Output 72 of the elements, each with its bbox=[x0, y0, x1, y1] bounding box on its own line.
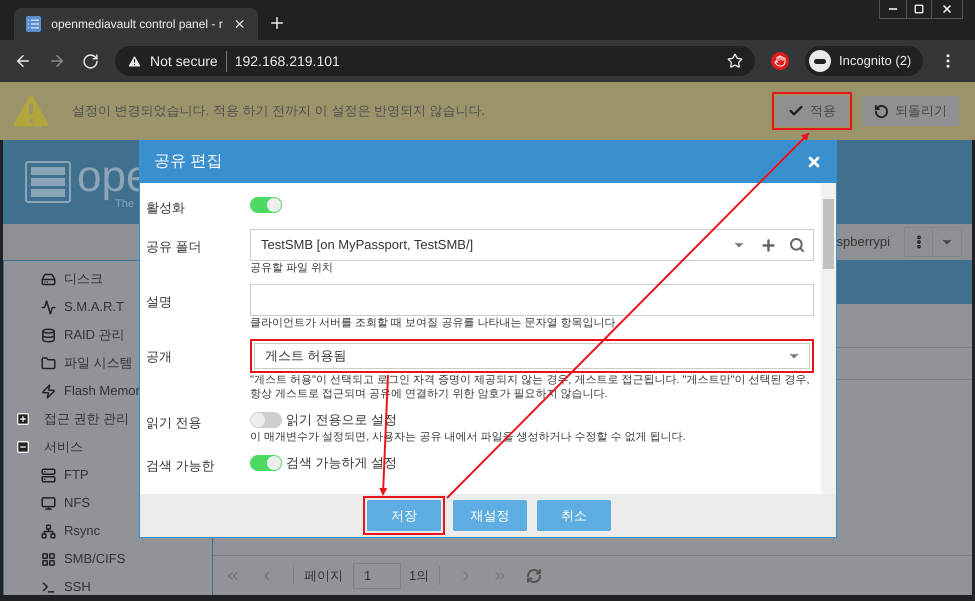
page-input[interactable]: 1 bbox=[353, 562, 401, 588]
text-field[interactable] bbox=[250, 284, 814, 316]
field-label: 읽기 전용 bbox=[146, 415, 202, 430]
terminal-icon bbox=[41, 580, 56, 594]
field-label: 활성화 bbox=[146, 200, 185, 215]
user-menu-button[interactable] bbox=[904, 227, 962, 257]
network-icon bbox=[41, 524, 56, 538]
sidebar-item[interactable]: 파일 시스템 bbox=[64, 353, 133, 373]
folder-icon bbox=[41, 356, 56, 370]
close-icon[interactable] bbox=[806, 154, 822, 170]
undo-icon bbox=[874, 104, 889, 118]
close-window-icon[interactable] bbox=[941, 3, 953, 15]
notice-button[interactable]: 적용 bbox=[776, 96, 848, 126]
new-tab-icon[interactable] bbox=[268, 14, 286, 32]
security-label[interactable]: Not secure bbox=[150, 50, 227, 72]
sidebar-item[interactable]: RAID 관리 bbox=[64, 325, 125, 345]
toggle-switch[interactable] bbox=[250, 455, 282, 471]
sidebar-item[interactable]: SMB/CIFS bbox=[64, 549, 126, 569]
pager-label: 페이지 bbox=[293, 566, 343, 586]
host-name: spberrypi bbox=[836, 233, 890, 252]
notice-message: 설정이 변경되었습니다. 적용 하기 전까지 이 설정은 반영되지 않습니다. bbox=[72, 102, 486, 120]
sidebar-item[interactable]: S.M.A.R.T bbox=[64, 297, 124, 317]
dialog-button[interactable]: 취소 bbox=[537, 500, 611, 531]
field-hint: 공유할 파일 위치 bbox=[250, 261, 334, 275]
sidebar-item[interactable]: SSH bbox=[64, 577, 91, 595]
database-icon bbox=[41, 328, 56, 342]
computer-icon bbox=[41, 496, 56, 510]
address-bar[interactable]: Not secure 192.168.219.101 bbox=[115, 46, 755, 76]
reload-icon[interactable] bbox=[82, 52, 99, 70]
sidebar-group[interactable]: 서비스 bbox=[44, 437, 83, 457]
browser-tab[interactable]: openmediavault control panel - r bbox=[14, 8, 258, 40]
server-icon bbox=[41, 468, 56, 482]
warning-icon bbox=[127, 54, 142, 68]
bookmark-star-icon[interactable] bbox=[727, 53, 743, 69]
dialog-button[interactable]: 저장 bbox=[367, 500, 441, 531]
lightning-icon bbox=[41, 384, 56, 398]
pager-label: 1의 bbox=[409, 566, 440, 586]
field-label: 검색 가능한 bbox=[146, 458, 215, 473]
toggle-switch[interactable] bbox=[250, 197, 282, 213]
pulse-icon bbox=[41, 300, 56, 314]
refresh-icon[interactable] bbox=[526, 568, 542, 584]
expand-icon[interactable] bbox=[16, 412, 30, 426]
search-icon[interactable] bbox=[789, 237, 805, 253]
field-hint: 클라이언트가 서버를 조회할 때 보여질 공유를 나타내는 문자열 항목입니다. bbox=[250, 316, 620, 330]
add-icon[interactable] bbox=[760, 236, 777, 254]
field-label: 공개 bbox=[146, 349, 172, 364]
sidebar-item[interactable]: Flash Memor bbox=[64, 381, 140, 401]
server-logo-icon bbox=[25, 161, 71, 203]
sidebar-item[interactable]: NFS bbox=[64, 493, 90, 513]
logo-tagline: The bbox=[115, 198, 134, 210]
sidebar-item[interactable]: Rsync bbox=[64, 521, 100, 541]
select-field[interactable]: 게스트 허용됨 bbox=[254, 343, 810, 369]
collapse-icon[interactable] bbox=[16, 440, 30, 454]
url-text[interactable]: 192.168.219.101 bbox=[234, 50, 719, 72]
field-label: 설명 bbox=[146, 294, 172, 309]
dialog-button[interactable]: 재설정 bbox=[453, 500, 527, 531]
sidebar-group[interactable]: 접근 권한 관리 bbox=[44, 409, 130, 429]
dialog-title: 공유 편집 bbox=[154, 152, 224, 172]
notice-button[interactable]: 되돌리기 bbox=[862, 96, 959, 126]
hand-icon[interactable] bbox=[771, 52, 789, 70]
forward-icon[interactable] bbox=[48, 52, 66, 70]
sidebar-item[interactable]: FTP bbox=[64, 465, 89, 485]
back-icon[interactable] bbox=[14, 52, 32, 70]
incognito-icon bbox=[809, 50, 831, 72]
sidebar-item[interactable]: 디스크 bbox=[64, 269, 103, 289]
select-field[interactable]: TestSMB [on MyPassport, TestSMB/] bbox=[250, 229, 814, 261]
profile-chip[interactable]: Incognito (2) bbox=[805, 46, 924, 76]
field-label: 공유 폴더 bbox=[146, 239, 202, 254]
toggle-switch[interactable] bbox=[250, 412, 282, 428]
scrollbar[interactable] bbox=[821, 183, 836, 494]
page-favicon bbox=[26, 16, 42, 32]
maximize-icon[interactable] bbox=[914, 4, 924, 14]
